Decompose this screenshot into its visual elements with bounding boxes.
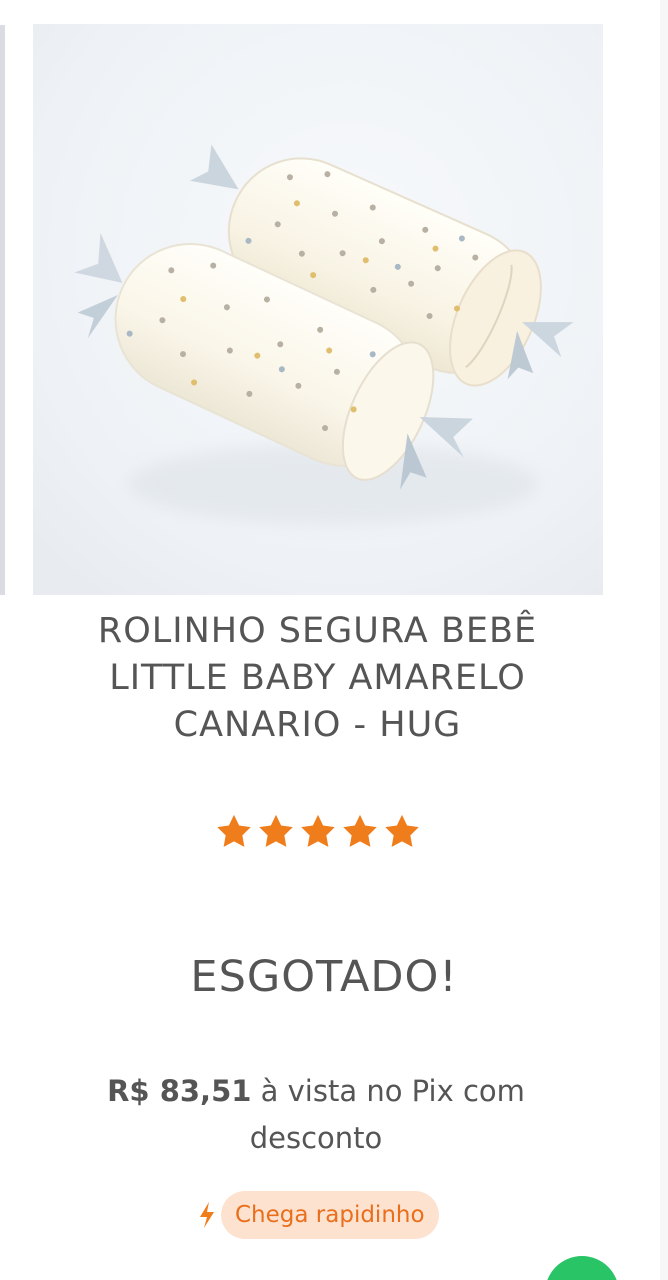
star-icon [217,814,251,847]
price-value: R$ 83,51 [107,1074,252,1108]
right-edge [660,0,668,1280]
lightning-icon [200,1202,214,1228]
previous-product-card-edge[interactable] [0,25,5,595]
product-image-graphic [33,24,603,595]
fast-delivery-badge: Chega rapidinho [197,1191,439,1239]
product-title[interactable]: ROLINHO SEGURA BEBÊ LITTLE BABY AMARELO … [55,608,580,749]
star-icon [259,814,293,847]
price-suffix: à vista no Pix com desconto [249,1074,525,1155]
floating-chat-button[interactable] [545,1256,619,1280]
delivery-label: Chega rapidinho [221,1191,439,1239]
product-image[interactable] [33,24,603,595]
product-page: ROLINHO SEGURA BEBÊ LITTLE BABY AMARELO … [0,0,668,1280]
star-icon [385,814,419,847]
star-icon [343,814,377,847]
stock-status: ESGOTADO! [190,952,458,1002]
rating-stars[interactable] [215,813,425,855]
star-icon [301,814,335,847]
pix-price: R$ 83,51 à vista no Pix com desconto [96,1068,536,1162]
